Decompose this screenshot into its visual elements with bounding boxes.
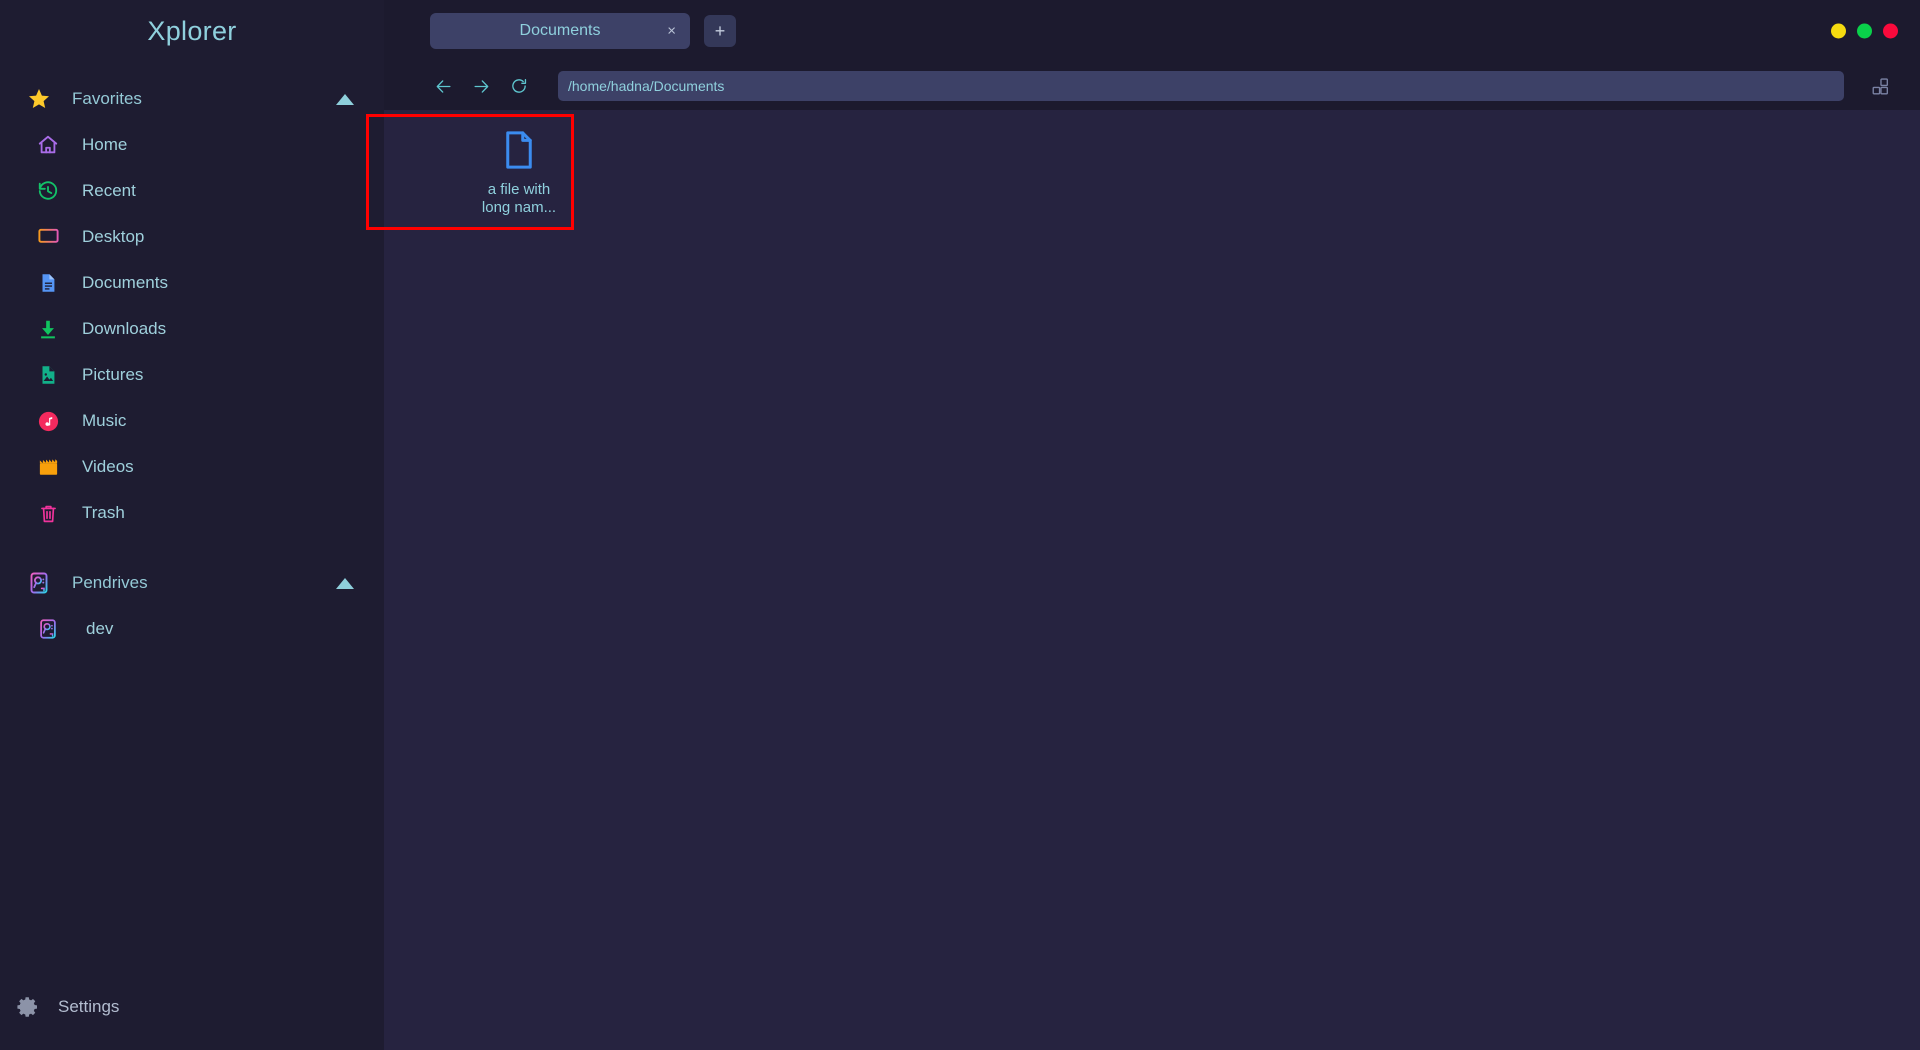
sidebar-item-label: Documents bbox=[82, 273, 168, 292]
file-grid: a file with long nam... bbox=[366, 110, 1920, 230]
sidebar-item-desktop[interactable]: Desktop bbox=[0, 214, 384, 260]
sidebar-item-label: Downloads bbox=[82, 319, 167, 338]
file-name-label: a file with long nam... bbox=[481, 180, 557, 216]
tab-documents[interactable]: Documents × bbox=[430, 13, 690, 49]
path-input[interactable] bbox=[558, 71, 1844, 101]
sidebar-item-dev[interactable]: dev bbox=[0, 606, 384, 652]
music-note-icon bbox=[36, 409, 60, 433]
path-bar bbox=[384, 62, 1920, 110]
tab-bar: Documents × + bbox=[384, 0, 1920, 62]
sidebar-item-pictures[interactable]: Pictures bbox=[0, 352, 384, 398]
refresh-button[interactable] bbox=[500, 69, 538, 103]
sidebar-item-home[interactable]: Home bbox=[0, 122, 384, 168]
clapperboard-icon bbox=[36, 455, 60, 479]
sidebar-item-label: dev bbox=[86, 619, 114, 638]
close-button[interactable] bbox=[1883, 23, 1898, 39]
sidebar-item-music[interactable]: Music bbox=[0, 398, 384, 444]
triangle-up-icon[interactable] bbox=[336, 577, 354, 589]
document-icon bbox=[36, 271, 60, 295]
close-icon[interactable]: × bbox=[667, 24, 676, 39]
grid-view-icon[interactable] bbox=[1858, 69, 1902, 103]
sidebar-item-recent[interactable]: Recent bbox=[0, 168, 384, 214]
app-title: Xplorer bbox=[147, 16, 237, 46]
sidebar-item-label: Recent bbox=[82, 181, 136, 200]
gear-icon bbox=[16, 995, 40, 1019]
monitor-icon bbox=[36, 225, 60, 249]
sidebar-section-favorites[interactable]: Favorites bbox=[0, 76, 384, 122]
tab-label: Documents bbox=[519, 22, 601, 39]
file-content-area[interactable]: a file with long nam... bbox=[366, 110, 1920, 1050]
xplorer-window: Xplorer Favorites Home Recent Desktop Do… bbox=[0, 0, 1920, 1050]
sidebar-item-trash[interactable]: Trash bbox=[0, 490, 384, 536]
window-controls bbox=[1831, 23, 1898, 39]
favorites-section: Favorites Home Recent Desktop Documents … bbox=[0, 76, 384, 536]
sidebar-item-label: Trash bbox=[82, 503, 125, 522]
file-item[interactable]: a file with long nam... bbox=[366, 114, 620, 230]
sidebar-section-pendrives[interactable]: Pendrives bbox=[0, 560, 384, 606]
star-icon bbox=[26, 86, 52, 112]
main-area: Documents × + /home/hadna/Documents a fi… bbox=[366, 0, 1920, 1050]
file-document-icon bbox=[501, 130, 537, 175]
sidebar-item-downloads[interactable]: Downloads bbox=[0, 306, 384, 352]
sidebar-item-label: Pictures bbox=[82, 365, 144, 384]
history-clock-icon bbox=[36, 179, 60, 203]
sidebar-item-documents[interactable]: Documents bbox=[0, 260, 384, 306]
trash-icon bbox=[36, 501, 60, 525]
pendrive-icon bbox=[36, 617, 60, 641]
sidebar-item-label: Videos bbox=[82, 457, 134, 476]
settings-button[interactable]: Settings bbox=[0, 982, 384, 1032]
sidebar-item-label: Home bbox=[82, 135, 128, 154]
sidebar: Xplorer Favorites Home Recent Desktop Do… bbox=[0, 0, 384, 1050]
maximize-button[interactable] bbox=[1857, 23, 1872, 39]
back-button[interactable] bbox=[424, 69, 462, 103]
add-tab-button[interactable]: + bbox=[704, 15, 736, 47]
sidebar-item-videos[interactable]: Videos bbox=[0, 444, 384, 490]
forward-button[interactable] bbox=[462, 69, 500, 103]
pendrive-icon bbox=[26, 570, 52, 596]
home-icon bbox=[36, 133, 60, 157]
sidebar-item-label: Music bbox=[82, 411, 127, 430]
triangle-up-icon[interactable] bbox=[336, 93, 354, 105]
pendrives-label: Pendrives bbox=[72, 573, 148, 592]
settings-label: Settings bbox=[58, 997, 120, 1016]
download-arrow-icon bbox=[36, 317, 60, 341]
sidebar-item-label: Desktop bbox=[82, 227, 145, 246]
image-file-icon bbox=[36, 363, 60, 387]
minimize-button[interactable] bbox=[1831, 23, 1846, 39]
favorites-label: Favorites bbox=[72, 89, 142, 108]
pendrives-section: Pendrives dev bbox=[0, 560, 384, 652]
